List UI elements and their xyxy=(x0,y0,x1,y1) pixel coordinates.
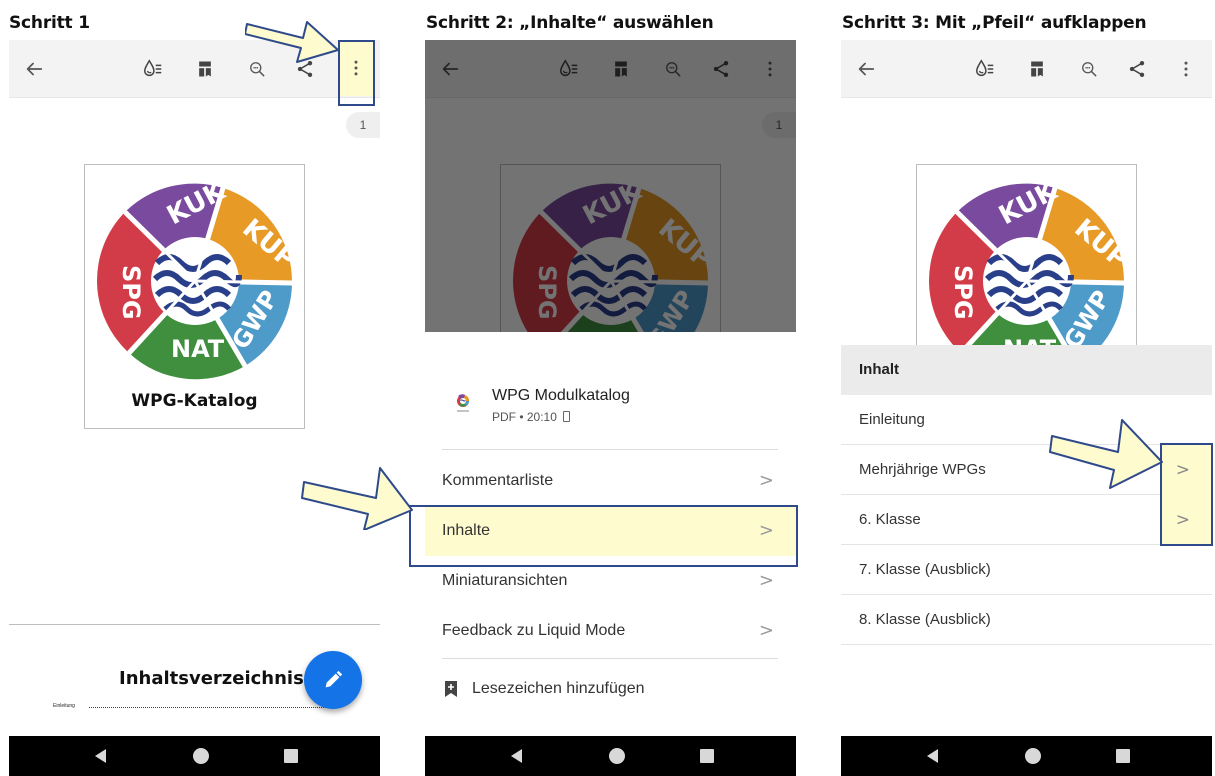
more-vertical-icon[interactable] xyxy=(1171,54,1201,84)
pointer-arrow-icon xyxy=(301,467,413,530)
toc-item-label: 7. Klasse (Ausblick) xyxy=(859,561,991,578)
highlight-box-expand-chevrons xyxy=(1160,443,1213,546)
share-icon[interactable] xyxy=(1122,54,1152,84)
toc-first-line: Einleitung xyxy=(53,703,75,709)
nav-recents-icon[interactable] xyxy=(284,749,298,763)
nav-recents-icon[interactable] xyxy=(700,749,714,763)
pointer-arrow-icon xyxy=(1049,419,1163,489)
pencil-icon xyxy=(325,670,343,688)
toc-item-7-klasse[interactable]: 7. Klasse (Ausblick) xyxy=(841,545,1212,595)
nav-back-icon[interactable] xyxy=(511,749,522,763)
nav-back-icon[interactable] xyxy=(927,749,938,763)
sheet-divider xyxy=(442,658,778,659)
nav-home-icon[interactable] xyxy=(193,748,209,764)
system-nav-bar xyxy=(841,736,1212,776)
panel-empty-area xyxy=(841,646,1212,736)
system-nav-bar xyxy=(425,736,796,776)
highlight-box-inhalte xyxy=(409,505,798,567)
toc-item-label: 6. Klasse xyxy=(859,511,921,528)
chevron-right-icon: > xyxy=(758,470,774,491)
file-thumbnail-icon xyxy=(457,394,470,412)
toc-item-label: Einleitung xyxy=(859,411,925,428)
nav-back-icon[interactable] xyxy=(95,749,106,763)
file-meta: PDF • 20:10 xyxy=(492,410,570,424)
toc-heading: Inhaltsverzeichnis xyxy=(119,668,304,689)
chevron-right-icon: > xyxy=(758,620,774,641)
menu-item-label: Feedback zu Liquid Mode xyxy=(442,622,626,639)
phone-screen-step-1: 1 WPG-Katalog Inhaltsverzeichnis Einleit… xyxy=(9,40,380,776)
toc-item-label: 8. Klasse (Ausblick) xyxy=(859,611,991,628)
liquid-mode-icon[interactable] xyxy=(138,54,168,84)
file-name: WPG Modulkatalog xyxy=(492,387,630,404)
phone-screen-step-2: 1 WPG Modulkatalog PDF • 20:10 Kommentar… xyxy=(425,40,796,776)
modal-scrim[interactable] xyxy=(425,40,796,332)
nav-recents-icon[interactable] xyxy=(1116,749,1130,763)
app-toolbar xyxy=(841,40,1212,98)
menu-item-feedback-liquid-mode[interactable]: Feedback zu Liquid Mode > xyxy=(425,606,796,656)
outline-icon[interactable] xyxy=(1022,54,1052,84)
contents-panel-title: Inhalt xyxy=(859,361,899,378)
menu-item-kommentarliste[interactable]: Kommentarliste > xyxy=(425,456,796,506)
menu-item-label: Kommentarliste xyxy=(442,472,554,489)
page-divider xyxy=(9,624,380,625)
system-nav-bar xyxy=(9,736,380,776)
menu-item-label: Lesezeichen hinzufügen xyxy=(472,680,645,697)
menu-item-add-bookmark[interactable]: Lesezeichen hinzufügen xyxy=(425,664,796,714)
liquid-mode-icon[interactable] xyxy=(970,54,1000,84)
nav-home-icon[interactable] xyxy=(1025,748,1041,764)
back-arrow-icon[interactable] xyxy=(851,54,881,84)
step-1-title: Schritt 1 xyxy=(9,13,90,33)
phone-screen-step-3: Inhalt Einleitung Mehrjährige WPGs > 6. … xyxy=(841,40,1212,776)
edit-fab-button[interactable] xyxy=(304,651,362,709)
device-icon xyxy=(562,411,570,422)
toc-leader-dots xyxy=(89,707,334,708)
outline-icon[interactable] xyxy=(190,54,220,84)
step-3-title: Schritt 3: Mit „Pfeil“ aufklappen xyxy=(842,13,1147,33)
toc-item-6-klasse[interactable]: 6. Klasse > xyxy=(841,495,1212,545)
wpg-logo xyxy=(95,181,295,381)
cover-title: WPG-Katalog xyxy=(131,391,258,411)
contents-panel-header: Inhalt xyxy=(841,345,1212,395)
sheet-divider xyxy=(442,449,778,450)
nav-home-icon[interactable] xyxy=(609,748,625,764)
toc-item-8-klasse[interactable]: 8. Klasse (Ausblick) xyxy=(841,595,1212,645)
search-icon[interactable] xyxy=(1074,54,1104,84)
back-arrow-icon[interactable] xyxy=(19,54,49,84)
pointer-arrow-icon xyxy=(245,21,339,63)
document-cover: WPG-Katalog xyxy=(84,164,305,429)
step-2-title: Schritt 2: „Inhalte“ auswählen xyxy=(426,13,714,33)
page-number-badge: 1 xyxy=(346,112,380,138)
file-meta-text: PDF • 20:10 xyxy=(492,410,557,424)
toc-item-label: Mehrjährige WPGs xyxy=(859,461,986,478)
bookmark-add-icon xyxy=(445,681,457,697)
